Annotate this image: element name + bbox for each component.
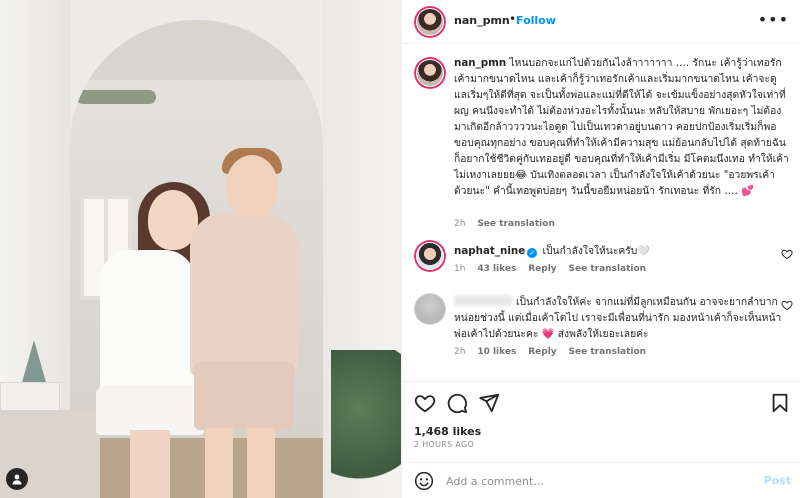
comment-text-block: naphat_nine ✓ เป็นกำลังใจให้นะครับ🤍 [454,243,789,259]
author-username[interactable]: nan_pmn [454,14,510,27]
caption-time[interactable]: 2h [454,219,465,229]
comment-time[interactable]: 2h [454,347,465,357]
caption-avatar[interactable] [414,57,446,89]
post-side-panel: nan_pmn • Follow ••• nan_pmn ไหนบอกจะแก่… [401,0,800,498]
more-icon[interactable]: ••• [758,10,789,29]
comment-meta: 2h 10 likes Reply See translation [454,347,655,357]
user-tag-icon[interactable] [6,468,28,490]
add-comment-bar: Post [402,462,800,498]
photo-woman-skirt [96,385,204,435]
comment-text: เป็นกำลังใจให้นะครับ [542,245,638,257]
share-icon[interactable] [478,392,500,414]
white-heart-emoji-icon: 🤍 [637,245,651,257]
caption-text-block: nan_pmn ไหนบอกจะแก่ไปด้วยกันไงล้าาาาาาา … [454,55,789,199]
comments-list[interactable]: nan_pmn ไหนบอกจะแก่ไปด้วยกันไงล้าาาาาาา … [402,45,800,380]
comment-see-translation[interactable]: See translation [569,264,647,274]
reply-button[interactable]: Reply [528,264,556,274]
comment-likes-count[interactable]: 10 likes [477,347,516,357]
photo-plant [331,350,401,498]
commenter-avatar[interactable] [414,240,446,272]
photo-man-shorts [194,362,294,430]
commenter-username-blurred[interactable] [454,295,512,306]
commenter-username[interactable]: naphat_nine [454,245,525,257]
comment-see-translation[interactable]: See translation [569,347,647,357]
photo-woman-legs [130,430,170,498]
verified-icon: ✓ [527,248,538,258]
post-comment-button[interactable]: Post [764,474,791,487]
heart-icon[interactable] [414,392,436,414]
post-header: nan_pmn • Follow ••• [402,0,800,44]
heart-icon[interactable] [781,248,793,260]
photo-man-face [226,155,278,217]
likes-count[interactable]: 1,468 likes [414,425,481,438]
laughing-emoji-icon: 😂 [515,169,528,181]
post-photo[interactable] [0,0,401,498]
photo-man-shirt [190,212,298,377]
emoji-icon[interactable] [414,471,434,491]
photo-garland [76,90,156,104]
add-comment-input[interactable] [446,472,746,490]
comment-time[interactable]: 1h [454,264,465,274]
growing-heart-emoji-icon: 💗 [541,328,555,340]
bookmark-icon[interactable] [769,392,791,414]
photo-man-legs [205,428,275,498]
posted-timestamp[interactable]: 2 HOURS AGO [414,440,474,449]
two-hearts-emoji-icon: 💕 [741,185,754,197]
caption-see-translation[interactable]: See translation [477,219,555,229]
photo-floor [70,438,323,498]
commenter-avatar-blurred[interactable] [414,293,446,325]
caption-username[interactable]: nan_pmn [454,57,506,69]
comment-text-block: เป็นกำลังใจให้ค่ะ จากแม่ที่มีลูกเหมือนกั… [454,294,789,342]
comment-likes-count[interactable]: 43 likes [477,264,516,274]
comment-icon[interactable] [446,392,468,414]
follow-button[interactable]: Follow [516,14,556,27]
comment-meta: 1h 43 likes Reply See translation [454,264,655,274]
author-avatar[interactable] [414,6,446,38]
heart-icon[interactable] [781,299,793,311]
reply-button[interactable]: Reply [528,347,556,357]
action-bar [402,381,800,421]
caption-text: ไหนบอกจะแก่ไปด้วยกันไงล้าาาาาาา …. รักนะ… [454,57,789,181]
comment-text-tail: ส่งพลังให้เยอะเลยค่ะ [554,328,649,340]
caption-meta: 2h See translation [454,219,564,229]
